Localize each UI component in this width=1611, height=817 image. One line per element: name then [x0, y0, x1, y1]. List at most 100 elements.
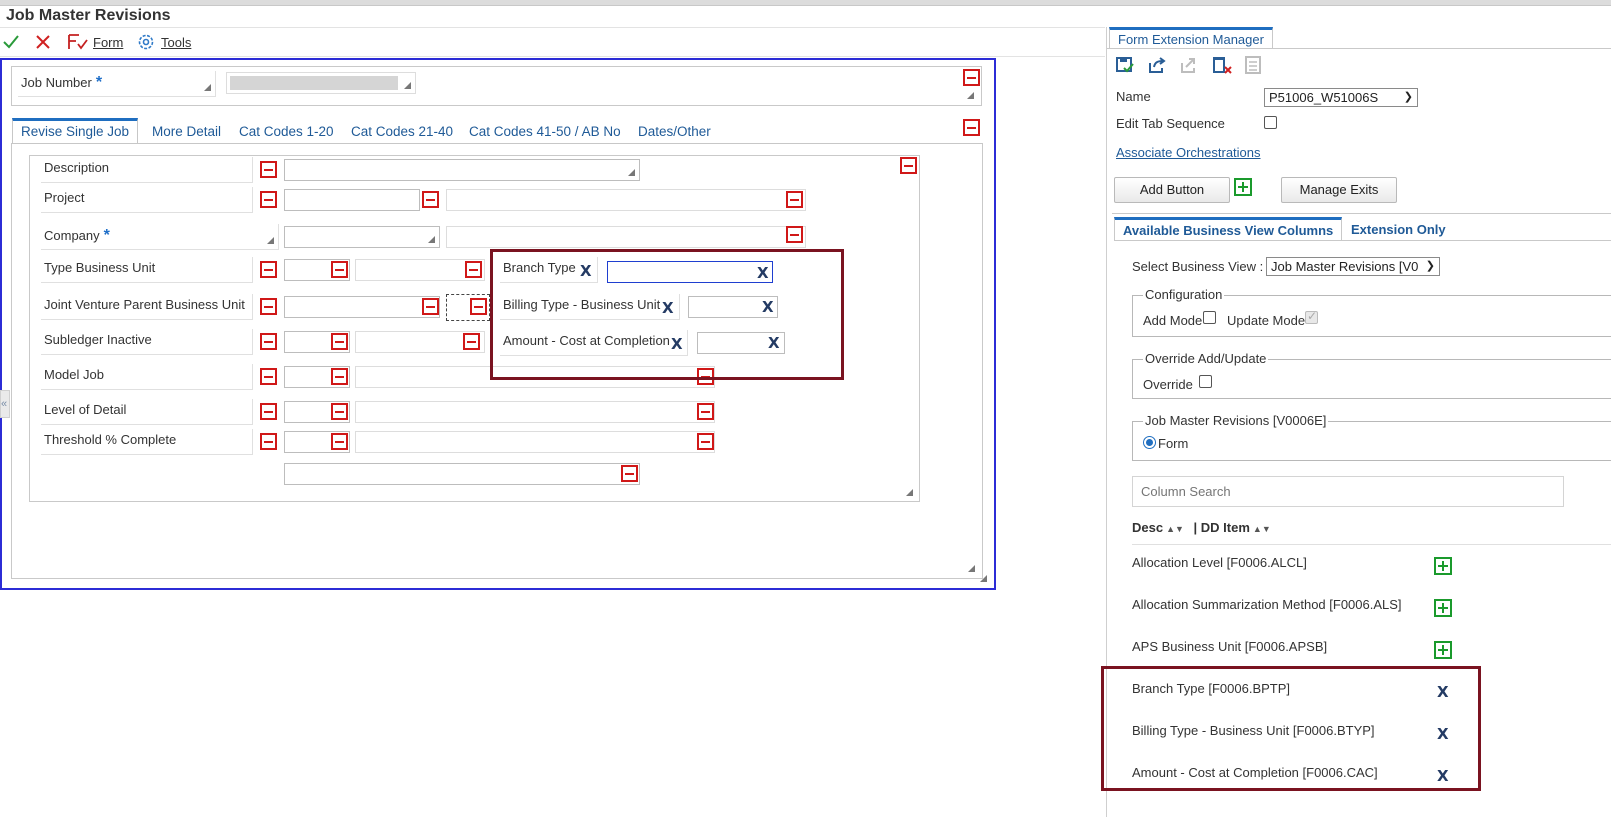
add-plus-icon[interactable] — [1234, 178, 1252, 196]
joint-venture-input[interactable] — [284, 296, 440, 318]
manage-exits-button[interactable]: Manage Exits — [1281, 177, 1397, 203]
remove-column-icon[interactable]: X — [1437, 768, 1449, 784]
column-headers: Desc ▲▼ | DD Item ▲▼ — [1132, 520, 1271, 535]
remove-extension-icon[interactable]: X — [757, 265, 769, 281]
remove-control-icon[interactable] — [963, 69, 980, 86]
add-mode-checkbox[interactable] — [1203, 311, 1216, 324]
add-column-icon[interactable] — [1434, 641, 1452, 659]
page-title: Job Master Revisions — [6, 7, 171, 24]
remove-control-icon[interactable] — [260, 333, 277, 350]
remove-control-icon[interactable] — [260, 433, 277, 450]
remove-control-icon[interactable] — [465, 261, 482, 278]
remove-control-icon[interactable] — [331, 403, 348, 420]
resize-grip-icon[interactable] — [968, 565, 975, 572]
column-search-input[interactable] — [1132, 476, 1564, 507]
form-radio[interactable] — [1143, 436, 1156, 449]
add-mode-label: Add Mode — [1143, 313, 1203, 328]
column-item-amount-cost: Amount - Cost at Completion [F0006.CAC] — [1132, 765, 1378, 780]
edit-tab-sequence-checkbox[interactable] — [1264, 116, 1277, 129]
remove-extension-icon[interactable]: X — [762, 299, 774, 315]
remove-control-icon[interactable] — [786, 191, 803, 208]
remove-control-icon[interactable] — [260, 261, 277, 278]
branch-type-input[interactable] — [607, 261, 773, 283]
tab-cat-codes-41-50[interactable]: Cat Codes 41-50 / AB No — [461, 122, 629, 144]
add-button[interactable]: Add Button — [1114, 177, 1230, 203]
remove-control-icon[interactable] — [331, 368, 348, 385]
remove-group-icon[interactable] — [900, 157, 917, 174]
remove-control-icon[interactable] — [260, 191, 277, 208]
resize-grip-icon[interactable] — [404, 82, 411, 89]
remove-control-icon[interactable] — [260, 368, 277, 385]
collapse-chevrons-icon[interactable]: « — [0, 390, 10, 418]
tab-cat-codes-1-20[interactable]: Cat Codes 1-20 — [231, 122, 342, 144]
resize-grip-icon[interactable] — [967, 92, 974, 99]
resize-grip-icon[interactable] — [204, 84, 211, 91]
job-number-label: Job Number * — [18, 71, 216, 97]
remove-tab-icon[interactable] — [963, 119, 980, 136]
remove-column-icon[interactable]: X — [1437, 684, 1449, 700]
form-menu-label: Form — [93, 34, 124, 50]
cancel-button[interactable] — [34, 32, 52, 52]
remove-control-icon[interactable] — [422, 191, 439, 208]
resize-grip-icon[interactable] — [428, 236, 435, 243]
tools-menu[interactable]: Tools — [137, 32, 191, 52]
title-divider — [0, 27, 1105, 28]
import-icon[interactable] — [1179, 55, 1199, 75]
remove-control-icon[interactable] — [331, 261, 348, 278]
remove-control-icon[interactable] — [463, 333, 480, 350]
company-input[interactable] — [284, 226, 440, 248]
resize-grip-icon[interactable] — [628, 169, 635, 176]
job-number-input[interactable] — [226, 72, 416, 94]
add-column-icon[interactable] — [1434, 599, 1452, 617]
remove-control-icon[interactable] — [422, 298, 439, 315]
extra-input[interactable] — [284, 463, 640, 485]
associate-orchestrations-link[interactable]: Associate Orchestrations — [1116, 145, 1261, 160]
resize-grip-icon[interactable] — [267, 237, 274, 244]
remove-control-icon[interactable] — [260, 298, 277, 315]
remove-extension-icon[interactable]: X — [662, 300, 674, 316]
remove-control-icon[interactable] — [331, 433, 348, 450]
tab-extension-only[interactable]: Extension Only — [1351, 222, 1446, 237]
chevron-down-icon: ❯ — [1403, 91, 1413, 103]
remove-control-icon[interactable] — [470, 298, 487, 315]
remove-control-icon[interactable] — [331, 333, 348, 350]
remove-extension-icon[interactable]: X — [671, 336, 683, 352]
checkmark-icon — [3, 35, 19, 49]
form-icon — [68, 34, 88, 50]
tab-cat-codes-21-40[interactable]: Cat Codes 21-40 — [343, 122, 461, 144]
override-checkbox[interactable] — [1199, 375, 1212, 388]
update-mode-checkbox[interactable] — [1305, 309, 1318, 324]
remove-control-icon[interactable] — [621, 465, 638, 482]
tab-available-business-view-columns[interactable]: Available Business View Columns — [1114, 217, 1343, 241]
form-menu[interactable]: Form — [67, 32, 123, 52]
export-icon[interactable] — [1147, 55, 1167, 75]
remove-extension-icon[interactable]: X — [580, 263, 592, 279]
remove-control-icon[interactable] — [697, 433, 714, 450]
business-view-select[interactable]: Job Master Revisions [V0 ❯ — [1266, 257, 1440, 276]
resize-grip-icon[interactable] — [980, 575, 987, 582]
list-icon[interactable] — [1243, 55, 1263, 75]
remove-control-icon[interactable] — [786, 226, 803, 243]
ok-button[interactable] — [2, 32, 20, 52]
project-input[interactable] — [284, 189, 420, 211]
name-select[interactable]: P51006_W51006S ❯ — [1264, 88, 1418, 107]
type-business-unit-label: Type Business Unit — [41, 257, 253, 283]
remove-extension-icon[interactable]: X — [768, 335, 780, 351]
description-input[interactable] — [284, 159, 640, 181]
resize-grip-icon[interactable] — [906, 489, 913, 496]
add-column-icon[interactable] — [1434, 557, 1452, 575]
tab-more-detail[interactable]: More Detail — [144, 122, 229, 144]
tab-dates-other[interactable]: Dates/Other — [630, 122, 719, 144]
delete-icon[interactable] — [1211, 55, 1232, 75]
remove-control-icon[interactable] — [260, 403, 277, 420]
remove-control-icon[interactable] — [260, 161, 277, 178]
save-icon[interactable] — [1115, 55, 1135, 75]
tab-revise-single-job[interactable]: Revise Single Job — [12, 118, 139, 144]
desc-column-header[interactable]: Desc ▲▼ — [1132, 520, 1184, 535]
dd-item-column-header[interactable]: | DD Item ▲▼ — [1194, 520, 1271, 535]
panel-title-tab[interactable]: Form Extension Manager — [1109, 27, 1273, 48]
project-description — [446, 189, 806, 211]
remove-control-icon[interactable] — [697, 403, 714, 420]
column-item-billing-type: Billing Type - Business Unit [F0006.BTYP… — [1132, 723, 1375, 738]
remove-column-icon[interactable]: X — [1437, 726, 1449, 742]
